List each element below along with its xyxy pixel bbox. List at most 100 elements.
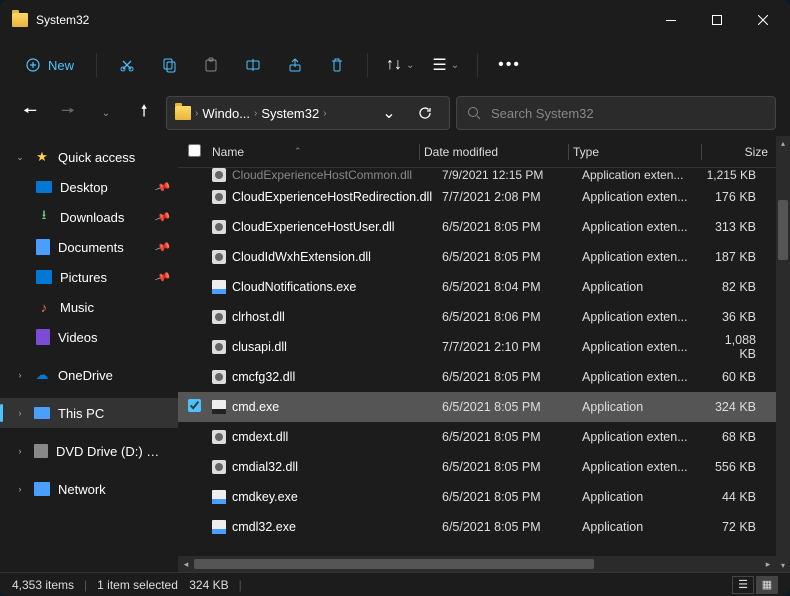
details-view-button[interactable]: ☰ [732,576,754,594]
file-row[interactable]: CloudIdWxhExtension.dll6/5/2021 8:05 PMA… [178,242,776,272]
row-checkbox[interactable] [188,279,212,295]
forward-button[interactable]: 🠖 [52,97,84,129]
scroll-down-button[interactable]: ▾ [776,558,790,572]
row-checkbox[interactable] [188,339,212,355]
share-button[interactable] [277,47,313,83]
file-row[interactable]: CloudExperienceHostRedirection.dll7/7/20… [178,182,776,212]
file-row[interactable]: cmd.exe6/5/2021 8:05 PMApplication324 KB [178,392,776,422]
rename-button[interactable] [235,47,271,83]
file-name: clusapi.dll [232,340,442,354]
crumb-segment[interactable]: Windo... [202,106,250,121]
row-checkbox[interactable] [188,489,212,505]
back-button[interactable]: 🠔 [14,97,46,129]
more-button[interactable]: ••• [490,52,529,78]
row-checkbox[interactable] [188,369,212,385]
file-type: Application exten... [582,220,706,234]
recent-dropdown[interactable]: ⌄ [90,97,122,129]
copy-button[interactable] [151,47,187,83]
file-row[interactable]: cmdext.dll6/5/2021 8:05 PMApplication ex… [178,422,776,452]
column-type[interactable]: Type [573,145,697,159]
file-name: cmdial32.dll [232,460,442,474]
chevron-down-icon[interactable]: ⌄ [14,152,26,163]
sidebar-item-documents[interactable]: Documents📌 [0,232,178,262]
file-type: Application exten... [582,340,706,354]
scroll-up-button[interactable]: ▴ [776,136,790,150]
search-box[interactable]: Search System32 [456,96,776,130]
file-row[interactable]: CloudExperienceHostUser.dll6/5/2021 8:05… [178,212,776,242]
chevron-right-icon[interactable]: › [14,446,26,456]
scroll-right-button[interactable]: ▸ [760,556,776,572]
file-type: Application exten... [582,190,706,204]
status-bar: 4,353 items | 1 item selected 324 KB | ☰… [0,572,790,596]
breadcrumb[interactable]: › Windo... › System32 › ⌄ [166,96,450,130]
row-checkbox[interactable] [188,309,212,325]
chevron-right-icon[interactable]: › [14,484,26,494]
row-checkbox[interactable] [188,189,212,205]
new-button[interactable]: New [16,52,84,79]
row-checkbox[interactable] [188,399,212,415]
sidebar-item-desktop[interactable]: Desktop📌 [0,172,178,202]
row-checkbox[interactable] [188,219,212,235]
file-row[interactable]: CloudExperienceHostCommon.dll7/9/2021 12… [178,168,776,182]
sidebar-network[interactable]: › Network [0,474,178,504]
close-button[interactable] [740,4,786,36]
vertical-scrollbar[interactable]: ▴ ▾ [776,136,790,572]
crumb-segment[interactable]: System32 [261,106,319,121]
file-row[interactable]: cmcfg32.dll6/5/2021 8:05 PMApplication e… [178,362,776,392]
file-row[interactable]: cmdl32.exe6/5/2021 8:05 PMApplication72 … [178,512,776,542]
chevron-right-icon[interactable]: › [14,370,26,380]
sidebar-item-videos[interactable]: Videos [0,322,178,352]
column-name[interactable]: Name⌃ [212,145,415,159]
sidebar-dvd[interactable]: › DVD Drive (D:) CCCO [0,436,178,466]
scissors-icon [119,57,135,73]
copy-icon [161,57,177,73]
refresh-icon [418,106,432,120]
status-size: 324 KB [189,578,228,592]
thumbnails-view-button[interactable]: ▦ [756,576,778,594]
row-checkbox[interactable] [188,168,212,182]
row-checkbox[interactable] [188,429,212,445]
sidebar-item-label: Desktop [60,180,108,195]
scroll-thumb[interactable] [778,200,788,260]
up-button[interactable]: 🠕 [128,97,160,129]
file-row[interactable]: CloudNotifications.exe6/5/2021 8:04 PMAp… [178,272,776,302]
sidebar-item-pictures[interactable]: Pictures📌 [0,262,178,292]
maximize-button[interactable] [694,4,740,36]
file-row[interactable]: clrhost.dll6/5/2021 8:06 PMApplication e… [178,302,776,332]
cut-button[interactable] [109,47,145,83]
file-date: 7/7/2021 2:10 PM [442,340,582,354]
row-checkbox[interactable] [188,459,212,475]
delete-button[interactable] [319,47,355,83]
trash-icon [329,57,345,73]
column-headers: Name⌃ Date modified Type Size [178,136,776,168]
sort-button[interactable]: ↑↓⌄ [380,52,420,78]
refresh-button[interactable] [409,97,441,129]
sidebar-item-downloads[interactable]: ⭳Downloads📌 [0,202,178,232]
sidebar-onedrive[interactable]: › ☁ OneDrive [0,360,178,390]
chevron-right-icon: › [254,108,257,119]
chevron-right-icon: › [195,108,198,119]
exe-icon [212,520,226,534]
view-button[interactable]: ☰⌄ [426,51,465,79]
crumb-dropdown[interactable]: ⌄ [373,97,405,129]
row-checkbox[interactable] [188,519,212,535]
chevron-right-icon[interactable]: › [14,408,26,418]
sidebar-quick-access[interactable]: ⌄ ★ Quick access [0,142,178,172]
horizontal-scrollbar[interactable]: ◂ ▸ [178,556,776,572]
row-checkbox[interactable] [188,249,212,265]
column-date[interactable]: Date modified [424,145,564,159]
paste-button[interactable] [193,47,229,83]
sidebar-this-pc[interactable]: › This PC [0,398,178,428]
file-row[interactable]: clusapi.dll7/7/2021 2:10 PMApplication e… [178,332,776,362]
file-date: 7/7/2021 2:08 PM [442,190,582,204]
file-row[interactable]: cmdial32.dll6/5/2021 8:05 PMApplication … [178,452,776,482]
file-list[interactable]: CloudExperienceHostCommon.dll7/9/2021 12… [178,168,776,556]
scroll-left-button[interactable]: ◂ [178,556,194,572]
sidebar-item-music[interactable]: ♪Music [0,292,178,322]
column-size[interactable]: Size [706,145,776,159]
file-row[interactable]: cmdkey.exe6/5/2021 8:05 PMApplication44 … [178,482,776,512]
select-all-checkbox[interactable] [188,144,212,160]
scroll-thumb[interactable] [194,559,594,569]
exe-icon [212,490,226,504]
minimize-button[interactable] [648,4,694,36]
